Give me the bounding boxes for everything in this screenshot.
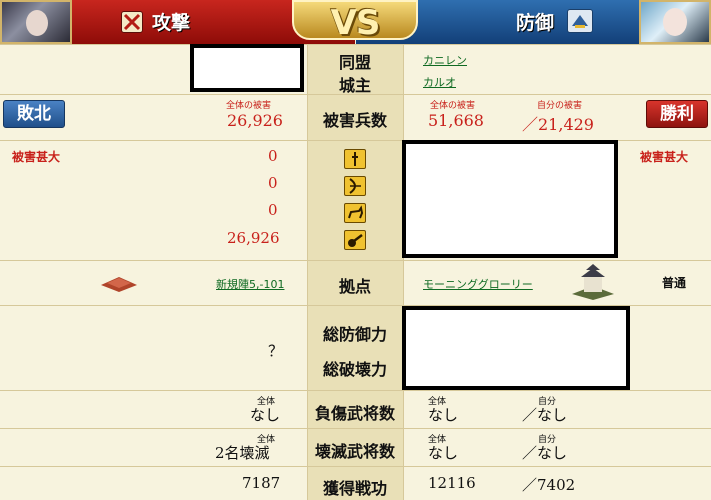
defender-face-icon xyxy=(663,8,687,36)
attacker-severe-damage: 被害甚大 xyxy=(12,150,61,164)
defender-base-status: 普通 xyxy=(662,276,687,290)
base-label: 拠点 xyxy=(338,277,371,296)
castle-icon xyxy=(568,262,618,300)
attacker-total-damage: 26,926 xyxy=(227,111,283,130)
total-defense-label: 総防御力 xyxy=(322,325,387,344)
defender-total-damage: 51,668 xyxy=(428,111,484,130)
damage-label: 被害兵数 xyxy=(322,111,387,130)
helmet-icon xyxy=(567,9,593,33)
defender-severe-damage: 被害甚大 xyxy=(640,150,689,164)
defender-injured-self: ／なし xyxy=(522,406,568,424)
attacker-defense-unknown: ？ xyxy=(268,342,284,360)
attacker-merit: 7187 xyxy=(242,474,281,492)
lord-label: 城主 xyxy=(338,76,371,95)
victory-badge: 勝利 xyxy=(646,100,708,128)
unit-loss-cavalry: 0 xyxy=(268,201,278,219)
defender-merit: 12116 xyxy=(428,474,476,492)
attack-title: 攻撃 xyxy=(152,12,191,34)
defender-destroyed-total: なし xyxy=(428,444,459,462)
attacker-base-link[interactable]: 新規陣5,-101 xyxy=(216,276,284,292)
vs-emblem: VS xyxy=(292,0,418,43)
unit-loss-siege: 26,926 xyxy=(227,229,280,247)
siege-unit-icon xyxy=(344,230,366,250)
camp-icon xyxy=(99,271,139,293)
defender-alliance-link[interactable]: カニレン xyxy=(423,52,467,68)
defender-base-link[interactable]: モーニンググローリー xyxy=(423,276,533,292)
destroyed-generals-label: 壊滅武将数 xyxy=(314,442,395,461)
attacker-injured-total: なし xyxy=(250,406,281,424)
spear-unit-icon xyxy=(344,149,366,169)
attacker-portrait[interactable] xyxy=(0,0,72,44)
merit-label: 獲得戦功 xyxy=(322,479,387,498)
defender-injured-total: なし xyxy=(428,406,459,424)
redacted-defender-power xyxy=(402,306,630,390)
defender-self-merit: ／7402 xyxy=(522,476,576,494)
alliance-label: 同盟 xyxy=(338,53,371,72)
defender-lord-link[interactable]: カルオ xyxy=(423,74,456,90)
total-destroy-label: 総破壊力 xyxy=(322,360,387,379)
attacker-face-icon xyxy=(26,10,48,36)
attacker-destroyed-total: 2名壊滅 xyxy=(215,444,270,462)
defender-destroyed-self: ／なし xyxy=(522,444,568,462)
cavalry-unit-icon xyxy=(344,203,366,223)
crossed-swords-icon xyxy=(121,11,143,33)
vs-label: VS xyxy=(330,3,381,43)
defeat-badge: 敗北 xyxy=(3,100,65,128)
defender-self-damage-caption: 自分の被害 xyxy=(537,101,583,111)
defense-title: 防御 xyxy=(516,12,555,34)
bow-unit-icon xyxy=(344,176,366,196)
injured-generals-label: 負傷武将数 xyxy=(314,404,395,423)
attacker-total-damage-caption: 全体の被害 xyxy=(226,101,272,111)
defender-total-damage-caption: 全体の被害 xyxy=(430,101,476,111)
redacted-defender-units xyxy=(402,140,618,258)
redacted-attacker-info xyxy=(190,44,304,92)
defender-self-damage: ／21,429 xyxy=(522,115,594,134)
defender-portrait[interactable] xyxy=(639,0,711,44)
unit-loss-bow: 0 xyxy=(268,174,278,192)
unit-loss-spear: 0 xyxy=(268,147,278,165)
battle-report: 攻撃 防御 VS 同盟 城主 カニレン カルオ 敗北 全体の被害 26,926 … xyxy=(0,0,711,500)
